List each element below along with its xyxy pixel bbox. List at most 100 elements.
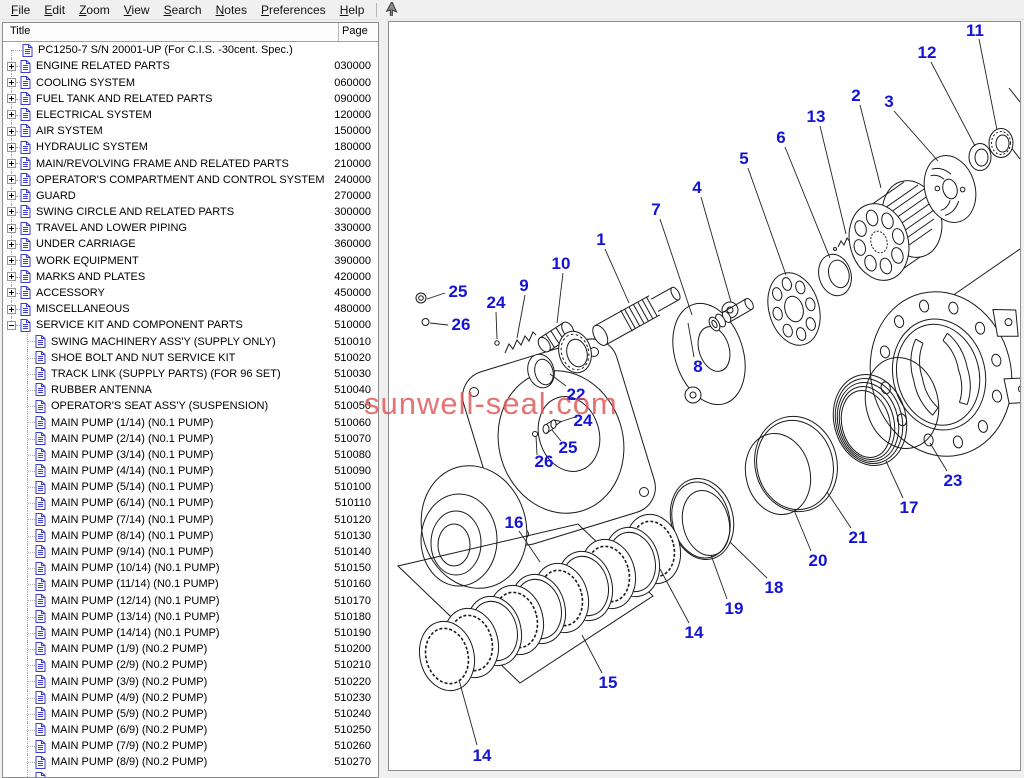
tree-row[interactable]: MAIN PUMP (5/9) (N0.2 PUMP)510240 bbox=[3, 706, 378, 722]
expander-plus[interactable] bbox=[7, 78, 16, 87]
expander-plus[interactable] bbox=[7, 224, 16, 233]
menu-help[interactable]: Help bbox=[333, 1, 372, 19]
callout-20[interactable]: 20 bbox=[809, 551, 828, 570]
tree-row[interactable]: MAIN PUMP (9/14) (N0.1 PUMP)510140 bbox=[3, 544, 378, 560]
menu-edit[interactable]: Edit bbox=[37, 1, 72, 19]
tree-row[interactable] bbox=[3, 770, 378, 777]
callout-17[interactable]: 17 bbox=[900, 498, 919, 517]
tree-row[interactable]: PC1250-7 S/N 20001-UP (For C.I.S. -30cen… bbox=[3, 42, 378, 58]
callout-3[interactable]: 3 bbox=[884, 92, 893, 111]
column-header-title[interactable]: Title bbox=[10, 25, 30, 37]
tree-row[interactable]: MAIN PUMP (2/14) (N0.1 PUMP)510070 bbox=[3, 431, 378, 447]
tree-row[interactable]: OPERATOR'S COMPARTMENT AND CONTROL SYSTE… bbox=[3, 172, 378, 188]
tree-row[interactable]: SWING CIRCLE AND RELATED PARTS300000 bbox=[3, 204, 378, 220]
column-header-page[interactable]: Page bbox=[342, 25, 368, 37]
diagram-panel[interactable]: 1234567891011121314141516171819202122232… bbox=[388, 21, 1021, 771]
callout-19[interactable]: 19 bbox=[725, 599, 744, 618]
tree-row[interactable]: FUEL TANK AND RELATED PARTS090000 bbox=[3, 91, 378, 107]
callout-23[interactable]: 23 bbox=[944, 471, 963, 490]
callout-24[interactable]: 24 bbox=[487, 293, 506, 312]
pointer-tool-icon[interactable] bbox=[385, 2, 401, 18]
menu-preferences[interactable]: Preferences bbox=[254, 1, 333, 19]
callout-14[interactable]: 14 bbox=[473, 746, 492, 765]
tree-row[interactable]: MAIN/REVOLVING FRAME AND RELATED PARTS21… bbox=[3, 155, 378, 171]
tree-row[interactable]: WORK EQUIPMENT390000 bbox=[3, 252, 378, 268]
expander-plus[interactable] bbox=[7, 110, 16, 119]
tree-row[interactable]: MAIN PUMP (11/14) (N0.1 PUMP)510160 bbox=[3, 576, 378, 592]
callout-6[interactable]: 6 bbox=[776, 128, 785, 147]
column-divider[interactable] bbox=[338, 23, 339, 41]
menu-zoom[interactable]: Zoom bbox=[72, 1, 117, 19]
tree-row[interactable]: MAIN PUMP (6/9) (N0.2 PUMP)510250 bbox=[3, 722, 378, 738]
callout-1[interactable]: 1 bbox=[596, 230, 605, 249]
tree-row[interactable]: GUARD270000 bbox=[3, 188, 378, 204]
tree-row[interactable]: MAIN PUMP (4/14) (N0.1 PUMP)510090 bbox=[3, 463, 378, 479]
expander-plus[interactable] bbox=[7, 256, 16, 265]
tree-row[interactable]: MAIN PUMP (12/14) (N0.1 PUMP)510170 bbox=[3, 592, 378, 608]
tree-row[interactable]: SHOE BOLT AND NUT SERVICE KIT510020 bbox=[3, 350, 378, 366]
callout-11[interactable]: 11 bbox=[966, 22, 984, 40]
callout-7[interactable]: 7 bbox=[651, 200, 660, 219]
callout-22[interactable]: 22 bbox=[567, 385, 586, 404]
tree-row[interactable]: MAIN PUMP (5/14) (N0.1 PUMP)510100 bbox=[3, 479, 378, 495]
tree-row[interactable]: MAIN PUMP (10/14) (N0.1 PUMP)510150 bbox=[3, 560, 378, 576]
tree-row[interactable]: UNDER CARRIAGE360000 bbox=[3, 236, 378, 252]
tree-row[interactable]: ACCESSORY450000 bbox=[3, 285, 378, 301]
tree-row[interactable]: ENGINE RELATED PARTS030000 bbox=[3, 58, 378, 74]
expander-plus[interactable] bbox=[7, 272, 16, 281]
tree-row[interactable]: MARKS AND PLATES420000 bbox=[3, 269, 378, 285]
callout-25[interactable]: 25 bbox=[449, 282, 468, 301]
callout-14[interactable]: 14 bbox=[685, 623, 704, 642]
tree-row[interactable]: SWING MACHINERY ASS'Y (SUPPLY ONLY)51001… bbox=[3, 333, 378, 349]
tree-row[interactable]: TRAVEL AND LOWER PIPING330000 bbox=[3, 220, 378, 236]
tree-row[interactable]: MAIN PUMP (6/14) (N0.1 PUMP)510110 bbox=[3, 495, 378, 511]
menu-view[interactable]: View bbox=[117, 1, 157, 19]
tree-row[interactable]: ELECTRICAL SYSTEM120000 bbox=[3, 107, 378, 123]
tree-row[interactable]: SERVICE KIT AND COMPONENT PARTS510000 bbox=[3, 317, 378, 333]
callout-13[interactable]: 13 bbox=[807, 107, 826, 126]
expander-plus[interactable] bbox=[7, 207, 16, 216]
expander-plus[interactable] bbox=[7, 288, 16, 297]
callout-16[interactable]: 16 bbox=[505, 513, 524, 532]
callout-10[interactable]: 10 bbox=[552, 254, 571, 273]
tree-row[interactable]: MAIN PUMP (13/14) (N0.1 PUMP)510180 bbox=[3, 609, 378, 625]
callout-18[interactable]: 18 bbox=[765, 578, 784, 597]
callout-24[interactable]: 24 bbox=[574, 411, 593, 430]
expander-plus[interactable] bbox=[7, 127, 16, 136]
expander-plus[interactable] bbox=[7, 94, 16, 103]
tree-row[interactable]: MAIN PUMP (2/9) (N0.2 PUMP)510210 bbox=[3, 657, 378, 673]
expander-plus[interactable] bbox=[7, 240, 16, 249]
expander-plus[interactable] bbox=[7, 191, 16, 200]
expander-plus[interactable] bbox=[7, 305, 16, 314]
callout-2[interactable]: 2 bbox=[851, 86, 860, 105]
tree-row[interactable]: TRACK LINK (SUPPLY PARTS) (FOR 96 SET)51… bbox=[3, 366, 378, 382]
expander-plus[interactable] bbox=[7, 143, 16, 152]
tree-row[interactable]: MAIN PUMP (8/9) (N0.2 PUMP)510270 bbox=[3, 754, 378, 770]
menu-file[interactable]: File bbox=[4, 1, 37, 19]
tree-row[interactable]: OPERATOR'S SEAT ASS'Y (SUSPENSION)510050 bbox=[3, 398, 378, 414]
callout-21[interactable]: 21 bbox=[849, 528, 868, 547]
expander-plus[interactable] bbox=[7, 62, 16, 71]
tree-row[interactable]: MAIN PUMP (8/14) (N0.1 PUMP)510130 bbox=[3, 528, 378, 544]
expander-plus[interactable] bbox=[7, 159, 16, 168]
callout-9[interactable]: 9 bbox=[519, 276, 528, 295]
tree-row[interactable]: AIR SYSTEM150000 bbox=[3, 123, 378, 139]
callout-15[interactable]: 15 bbox=[599, 673, 618, 692]
expander-plus[interactable] bbox=[7, 175, 16, 184]
tree-row[interactable]: MAIN PUMP (14/14) (N0.1 PUMP)510190 bbox=[3, 625, 378, 641]
callout-8[interactable]: 8 bbox=[693, 357, 702, 376]
tree-row[interactable]: MAIN PUMP (3/14) (N0.1 PUMP)510080 bbox=[3, 447, 378, 463]
tree-row[interactable]: MAIN PUMP (7/14) (N0.1 PUMP)510120 bbox=[3, 511, 378, 527]
callout-25[interactable]: 25 bbox=[559, 438, 578, 457]
callout-4[interactable]: 4 bbox=[692, 178, 702, 197]
tree-row[interactable]: MAIN PUMP (4/9) (N0.2 PUMP)510230 bbox=[3, 690, 378, 706]
tree-row[interactable]: COOLING SYSTEM060000 bbox=[3, 74, 378, 90]
menu-search[interactable]: Search bbox=[157, 1, 209, 19]
tree-row[interactable]: MISCELLANEOUS480000 bbox=[3, 301, 378, 317]
expander-minus[interactable] bbox=[7, 321, 16, 330]
tree-row[interactable]: MAIN PUMP (1/9) (N0.2 PUMP)510200 bbox=[3, 641, 378, 657]
menu-notes[interactable]: Notes bbox=[209, 1, 254, 19]
callout-5[interactable]: 5 bbox=[739, 149, 748, 168]
tree-row[interactable]: MAIN PUMP (1/14) (N0.1 PUMP)510060 bbox=[3, 414, 378, 430]
tree-row[interactable]: HYDRAULIC SYSTEM180000 bbox=[3, 139, 378, 155]
